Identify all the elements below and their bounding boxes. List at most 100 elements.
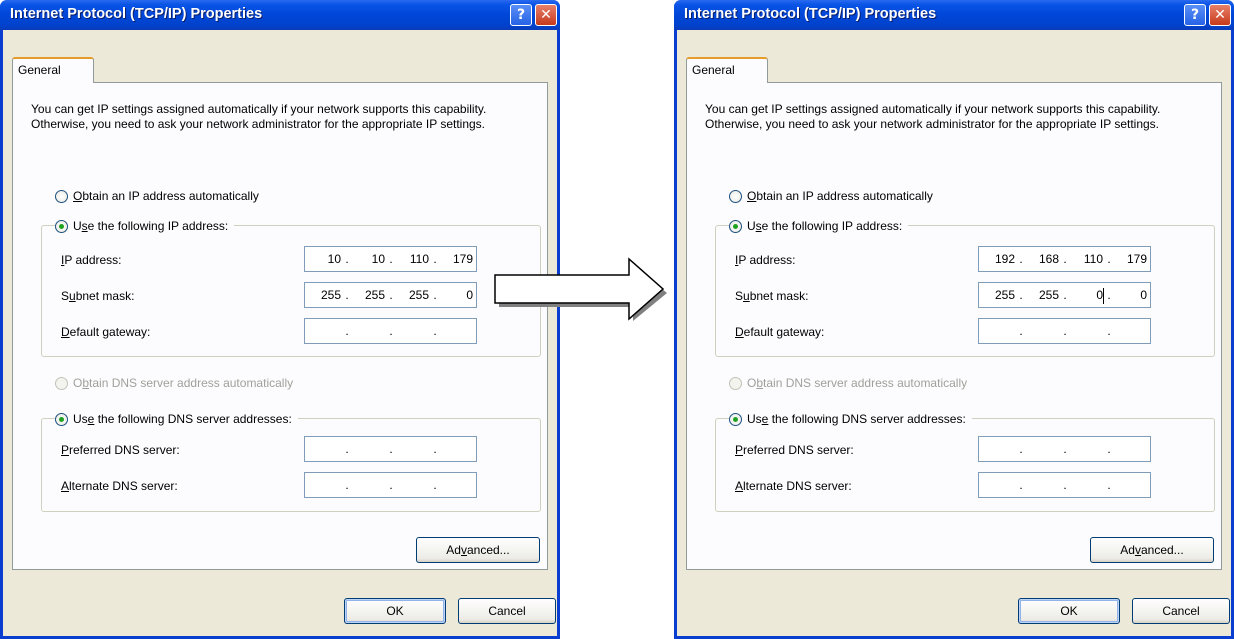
ip-dot: . <box>1019 324 1023 338</box>
help-icon[interactable]: ? <box>1184 4 1206 26</box>
ok-button[interactable]: OK <box>1018 598 1120 624</box>
ip-octet-2: 168 <box>1038 252 1059 266</box>
use-dns-label: Use the following DNS server addresses: <box>73 412 292 426</box>
ip-dot: . <box>433 324 437 338</box>
ip-octet-3: 110 <box>409 252 429 266</box>
preferred-dns-label: Preferred DNS server: <box>61 443 180 457</box>
ip-octet-1: 10 <box>327 252 341 266</box>
subnet-mask-input[interactable]: 255 . 255 . 0 . 0 <box>978 282 1151 308</box>
title-bar[interactable]: Internet Protocol (TCP/IP) Properties ? … <box>0 0 560 30</box>
tab-general[interactable]: General <box>12 57 94 83</box>
obtain-dns-label: Obtain DNS server address automatically <box>73 376 294 390</box>
subnet-octet-3: 0 <box>1096 288 1103 302</box>
ip-octet-1: 192 <box>994 252 1015 266</box>
alternate-dns-input[interactable]: . . . <box>304 472 477 498</box>
use-dns-option[interactable]: Use the following DNS server addresses: <box>55 411 298 427</box>
obtain-ip-radio[interactable] <box>729 189 742 203</box>
preferred-dns-input[interactable]: . . . <box>978 436 1151 462</box>
ip-dot: . <box>1107 288 1111 302</box>
subnet-octet-4: 0 <box>1140 288 1147 302</box>
ip-address-label: IP address: <box>735 253 796 267</box>
ip-dot: . <box>389 288 393 302</box>
subnet-octet-1: 255 <box>320 288 341 302</box>
right-arrow-icon <box>494 257 667 321</box>
description-text: You can get IP settings assigned automat… <box>31 102 487 131</box>
ip-dot: . <box>1063 324 1067 338</box>
obtain-dns-label: Obtain DNS server address automatically <box>747 376 968 390</box>
use-ip-label: Use the following IP address: <box>747 219 903 233</box>
obtain-ip-label: Obtain an IP address automatically <box>747 189 933 203</box>
title-bar[interactable]: Internet Protocol (TCP/IP) Properties ? … <box>674 0 1234 30</box>
ip-dot: . <box>433 252 437 266</box>
subnet-mask-label: Subnet mask: <box>61 289 135 303</box>
text-caret <box>1103 288 1104 304</box>
advanced-button[interactable]: Advanced... <box>416 537 540 563</box>
ip-dot: . <box>1063 252 1067 266</box>
preferred-dns-input[interactable]: . . . <box>304 436 477 462</box>
ip-dot: . <box>389 442 393 456</box>
preferred-dns-label: Preferred DNS server: <box>735 443 854 457</box>
obtain-ip-radio[interactable] <box>55 189 68 203</box>
close-icon[interactable]: ✕ <box>535 4 557 26</box>
use-dns-option[interactable]: Use the following DNS server addresses: <box>729 411 972 427</box>
default-gateway-input[interactable]: . . . <box>978 318 1151 344</box>
default-gateway-input[interactable]: . . . <box>304 318 477 344</box>
tcpip-dialog-after: Internet Protocol (TCP/IP) Properties ? … <box>674 0 1234 639</box>
ip-dot: . <box>1063 442 1067 456</box>
ip-address-input[interactable]: 10 . 10 . 110 . 179 <box>304 246 477 272</box>
subnet-mask-label: Subnet mask: <box>735 289 809 303</box>
ip-dot: . <box>345 324 349 338</box>
cancel-button[interactable]: Cancel <box>458 598 556 624</box>
use-ip-radio[interactable] <box>55 219 68 233</box>
subnet-octet-4: 0 <box>466 288 473 302</box>
tab-general[interactable]: General <box>686 57 768 83</box>
ip-dot: . <box>345 288 349 302</box>
window-title: Internet Protocol (TCP/IP) Properties <box>10 6 263 22</box>
close-icon[interactable]: ✕ <box>1209 4 1231 26</box>
ip-dot: . <box>1019 252 1023 266</box>
cancel-button[interactable]: Cancel <box>1132 598 1230 624</box>
advanced-button[interactable]: Advanced... <box>1090 537 1214 563</box>
ip-dot: . <box>433 288 437 302</box>
obtain-ip-label: Obtain an IP address automatically <box>73 189 259 203</box>
subnet-mask-input[interactable]: 255 . 255 . 255 . 0 <box>304 282 477 308</box>
use-dns-radio[interactable] <box>55 412 68 426</box>
default-gateway-label: Default gateway: <box>61 325 151 339</box>
ip-dot: . <box>1107 324 1111 338</box>
ip-dot: . <box>1063 478 1067 492</box>
subnet-octet-1: 255 <box>994 288 1015 302</box>
ip-dot: . <box>345 478 349 492</box>
description-text: You can get IP settings assigned automat… <box>705 102 1161 131</box>
ok-button[interactable]: OK <box>344 598 446 624</box>
subnet-octet-2: 255 <box>1038 288 1059 302</box>
use-ip-option[interactable]: Use the following IP address: <box>729 218 909 234</box>
obtain-dns-auto-option[interactable]: Obtain DNS server address automatically <box>729 375 974 391</box>
tcpip-dialog-before: Internet Protocol (TCP/IP) Properties ? … <box>0 0 560 639</box>
alternate-dns-input[interactable]: . . . <box>978 472 1151 498</box>
alternate-dns-label: Alternate DNS server: <box>735 479 852 493</box>
ip-dot: . <box>433 478 437 492</box>
use-ip-radio[interactable] <box>729 219 742 233</box>
ip-dot: . <box>345 442 349 456</box>
ip-dot: . <box>1107 478 1111 492</box>
subnet-octet-3: 255 <box>408 288 429 302</box>
ip-dot: . <box>1019 288 1023 302</box>
ip-dot: . <box>1107 442 1111 456</box>
ip-dot: . <box>433 442 437 456</box>
ip-dot: . <box>1019 442 1023 456</box>
ip-address-input[interactable]: 192 . 168 . 110 . 179 <box>978 246 1151 272</box>
ip-dot: . <box>389 252 393 266</box>
default-gateway-label: Default gateway: <box>735 325 825 339</box>
use-ip-label: Use the following IP address: <box>73 219 229 233</box>
use-ip-option[interactable]: Use the following IP address: <box>55 218 235 234</box>
ip-dot: . <box>345 252 349 266</box>
ip-dot: . <box>1019 478 1023 492</box>
help-icon[interactable]: ? <box>510 4 532 26</box>
use-dns-radio[interactable] <box>729 412 742 426</box>
obtain-dns-radio[interactable] <box>55 376 68 390</box>
obtain-dns-radio[interactable] <box>729 376 742 390</box>
obtain-ip-auto-option[interactable]: Obtain an IP address automatically <box>55 188 265 204</box>
obtain-dns-auto-option[interactable]: Obtain DNS server address automatically <box>55 375 300 391</box>
ip-octet-4: 179 <box>1126 252 1147 266</box>
obtain-ip-auto-option[interactable]: Obtain an IP address automatically <box>729 188 939 204</box>
